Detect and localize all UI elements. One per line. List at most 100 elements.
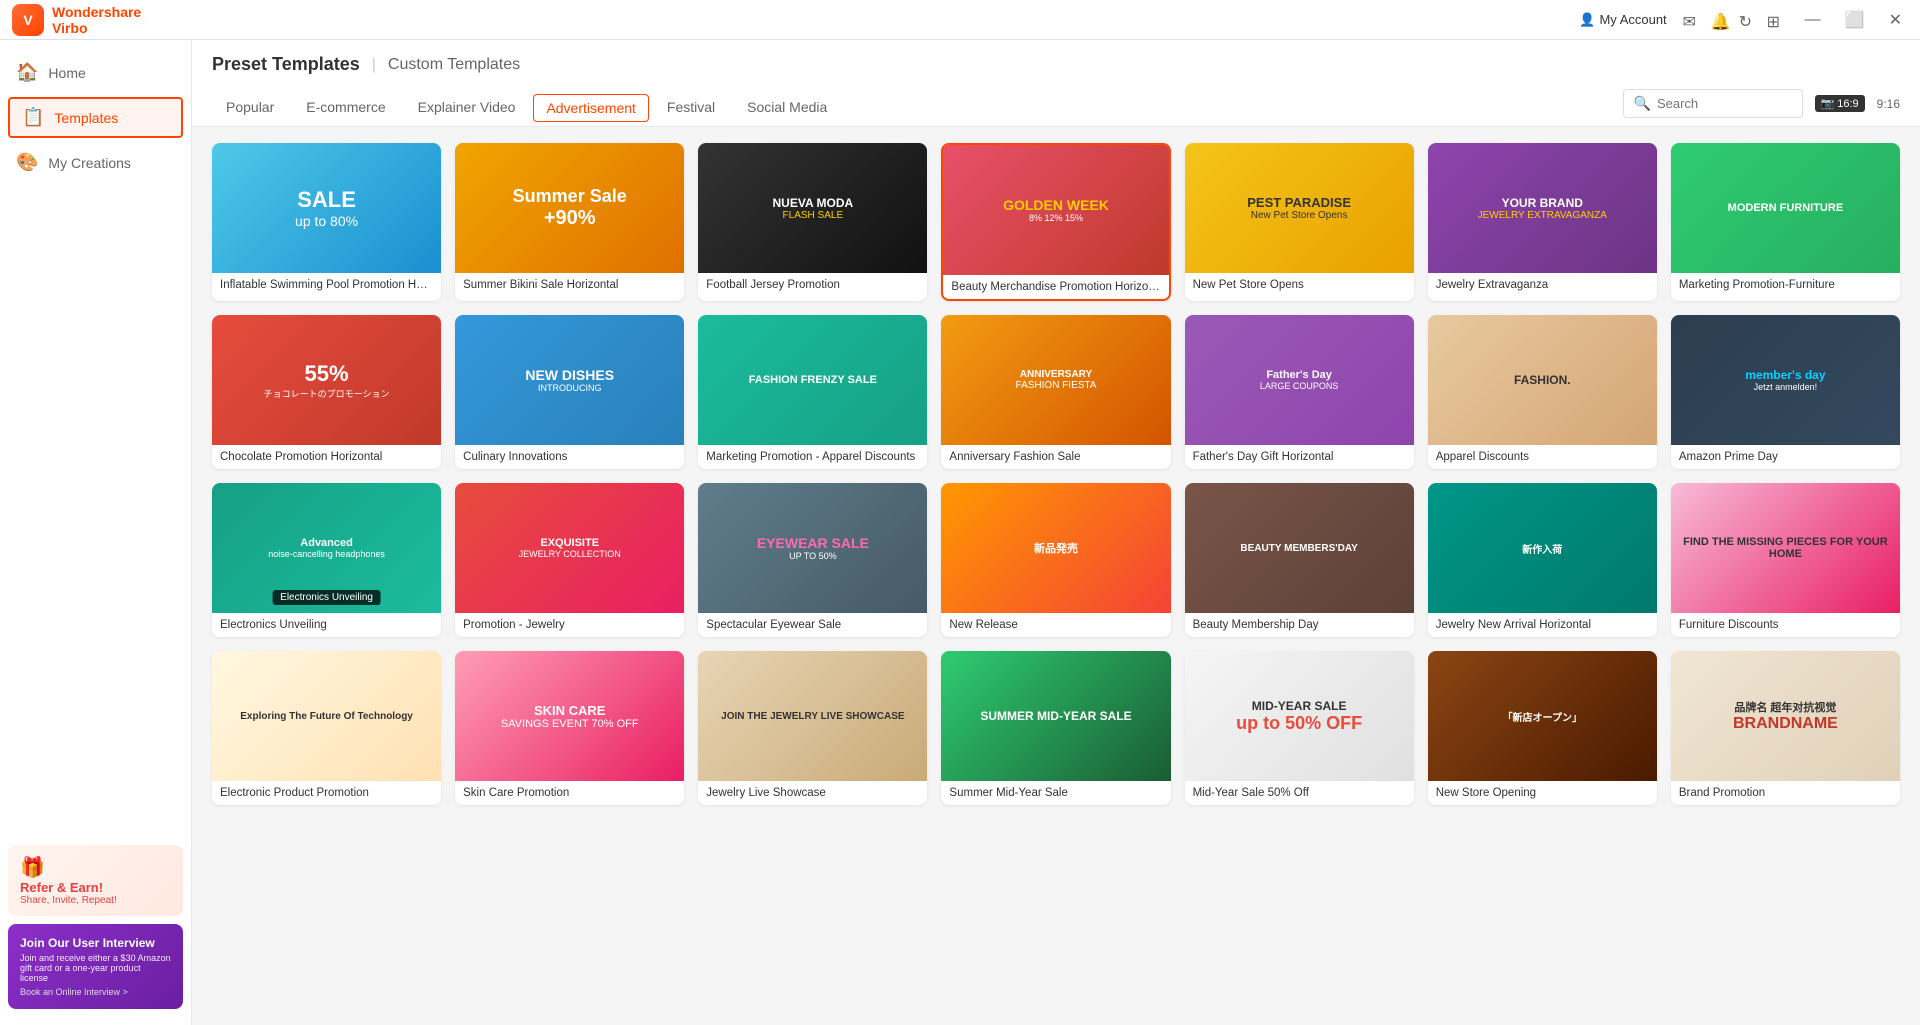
minimize-button[interactable]: —	[1799, 11, 1827, 29]
tab-explainer[interactable]: Explainer Video	[404, 91, 530, 125]
template-card-3[interactable]: NUEVA MODA FLASH SALE Football Jersey Pr…	[698, 143, 927, 301]
template-card-15[interactable]: Advanced noise-cancelling headphones Ele…	[212, 483, 441, 637]
custom-templates-link[interactable]: Custom Templates	[388, 56, 520, 74]
search-input[interactable]	[1657, 96, 1787, 111]
template-grid: SALE up to 80% Inflatable Swimming Pool …	[212, 143, 1900, 805]
user-interview-banner[interactable]: Join Our User Interview Join and receive…	[8, 924, 183, 1009]
creations-icon: 🎨	[16, 152, 38, 173]
grid-icon[interactable]: ⊞	[1767, 12, 1783, 28]
card-thumb-13: FASHION.	[1428, 315, 1657, 445]
sidebar-banners: 🎁 Refer & Earn! Share, Invite, Repeat! J…	[0, 833, 191, 1013]
tab-popular[interactable]: Popular	[212, 91, 288, 125]
card-thumb-10: FASHION FRENZY SALE	[698, 315, 927, 445]
template-card-20[interactable]: 新作入荷 Jewelry New Arrival Horizontal	[1428, 483, 1657, 637]
ratio-badge[interactable]: 📷 16:9	[1815, 95, 1865, 112]
card-label-13: Apparel Discounts	[1428, 445, 1657, 469]
template-card-5[interactable]: PEST PARADISE New Pet Store Opens New Pe…	[1185, 143, 1414, 301]
tab-advertisement[interactable]: Advertisement	[533, 94, 648, 122]
sidebar: 🏠 Home 📋 Templates 🎨 My Creations 🎁 Refe…	[0, 40, 192, 1025]
card-thumb-23: SKIN CARE SAVINGS EVENT 70% OFF	[455, 651, 684, 781]
template-card-12[interactable]: Father's Day LARGE COUPONS Father's Day …	[1185, 315, 1414, 469]
template-card-13[interactable]: FASHION. Apparel Discounts	[1428, 315, 1657, 469]
card-label-4: Beauty Merchandise Promotion Horizontal	[943, 275, 1168, 299]
sidebar-item-home[interactable]: 🏠 Home	[0, 52, 191, 93]
card-thumb-22: Exploring The Future Of Technology	[212, 651, 441, 781]
template-card-26[interactable]: MID-YEAR SALE up to 50% OFF Mid-Year Sal…	[1185, 651, 1414, 805]
maximize-button[interactable]: ⬜	[1839, 10, 1871, 30]
card-thumb-8: 55% チョコレートのプロモーション	[212, 315, 441, 445]
template-card-27[interactable]: 「新店オープン」 New Store Opening	[1428, 651, 1657, 805]
template-card-28[interactable]: 品牌名 超年对抗视觉 BRANDNAME Brand Promotion	[1671, 651, 1900, 805]
card-label-8: Chocolate Promotion Horizontal	[212, 445, 441, 469]
content-area: Preset Templates | Custom Templates Popu…	[192, 40, 1920, 1025]
template-card-1[interactable]: SALE up to 80% Inflatable Swimming Pool …	[212, 143, 441, 301]
refresh-icon[interactable]: ↻	[1739, 12, 1755, 28]
tab-social-media[interactable]: Social Media	[733, 91, 841, 125]
card-thumb-28: 品牌名 超年对抗视觉 BRANDNAME	[1671, 651, 1900, 781]
card-thumb-7: MODERN FURNITURE	[1671, 143, 1900, 273]
titlebar-right: 👤 My Account ✉ 🔔 ↻ ⊞ — ⬜ ✕	[1579, 10, 1908, 30]
template-card-16[interactable]: EXQUISITE JEWELRY COLLECTION Promotion -…	[455, 483, 684, 637]
card-label-5: New Pet Store Opens	[1185, 273, 1414, 297]
card-thumb-21: FIND THE MISSING PIECES FOR YOUR HOME	[1671, 483, 1900, 613]
templates-icon: 📋	[22, 107, 44, 128]
template-card-25[interactable]: SUMMER MID-YEAR SALE Summer Mid-Year Sal…	[941, 651, 1170, 805]
card-thumb-12: Father's Day LARGE COUPONS	[1185, 315, 1414, 445]
template-card-19[interactable]: BEAUTY MEMBERS'DAY Beauty Membership Day	[1185, 483, 1414, 637]
tab-ecommerce[interactable]: E-commerce	[292, 91, 399, 125]
titlebar-icons: ✉ 🔔 ↻ ⊞	[1683, 12, 1783, 28]
card-label-17: Spectacular Eyewear Sale	[698, 613, 927, 637]
card-thumb-24: JOIN THE JEWELRY LIVE SHOWCASE	[698, 651, 927, 781]
card-label-20: Jewelry New Arrival Horizontal	[1428, 613, 1657, 637]
card-label-23: Skin Care Promotion	[455, 781, 684, 805]
book-interview-link[interactable]: Book an Online Interview >	[20, 987, 171, 997]
search-icon: 🔍	[1634, 95, 1651, 112]
window-controls: — ⬜ ✕	[1799, 10, 1908, 30]
home-icon: 🏠	[16, 62, 38, 83]
card-label-19: Beauty Membership Day	[1185, 613, 1414, 637]
sidebar-item-my-creations[interactable]: 🎨 My Creations	[0, 142, 191, 183]
breadcrumb: Preset Templates | Custom Templates	[212, 54, 1900, 75]
card-label-9: Culinary Innovations	[455, 445, 684, 469]
card-label-16: Promotion - Jewelry	[455, 613, 684, 637]
main-layout: 🏠 Home 📋 Templates 🎨 My Creations 🎁 Refe…	[0, 40, 1920, 1025]
sidebar-item-templates[interactable]: 📋 Templates	[8, 97, 183, 138]
card-label-18: New Release	[941, 613, 1170, 637]
card-label-1: Inflatable Swimming Pool Promotion Hori.…	[212, 273, 441, 297]
card-thumb-14: member's day Jetzt anmelden!	[1671, 315, 1900, 445]
template-card-9[interactable]: NEW DISHES INTRODUCING Culinary Innovati…	[455, 315, 684, 469]
template-card-22[interactable]: Exploring The Future Of Technology Elect…	[212, 651, 441, 805]
close-button[interactable]: ✕	[1883, 10, 1908, 30]
card-thumb-17: EYEWEAR SALE UP TO 50%	[698, 483, 927, 613]
message-icon[interactable]: ✉	[1683, 12, 1699, 28]
titlebar-left: V Wondershare Virbo	[12, 4, 141, 36]
search-box[interactable]: 🔍	[1623, 89, 1803, 118]
template-card-21[interactable]: FIND THE MISSING PIECES FOR YOUR HOME Fu…	[1671, 483, 1900, 637]
bookmark-icon[interactable]: 🔔	[1711, 12, 1727, 28]
template-card-23[interactable]: SKIN CARE SAVINGS EVENT 70% OFF Skin Car…	[455, 651, 684, 805]
card-thumb-11: ANNIVERSARY FASHION FIESTA	[941, 315, 1170, 445]
template-card-10[interactable]: FASHION FRENZY SALE Marketing Promotion …	[698, 315, 927, 469]
template-card-8[interactable]: 55% チョコレートのプロモーション Chocolate Promotion H…	[212, 315, 441, 469]
refer-earn-banner[interactable]: 🎁 Refer & Earn! Share, Invite, Repeat!	[8, 845, 183, 916]
card-thumb-25: SUMMER MID-YEAR SALE	[941, 651, 1170, 781]
card-label-7: Marketing Promotion-Furniture	[1671, 273, 1900, 297]
template-card-6[interactable]: YOUR BRAND JEWELRY EXTRAVAGANZA Jewelry …	[1428, 143, 1657, 301]
card-label-10: Marketing Promotion - Apparel Discounts	[698, 445, 927, 469]
template-card-4[interactable]: GOLDEN WEEK 8% 12% 15% Beauty Merchandis…	[941, 143, 1170, 301]
my-account-button[interactable]: 👤 My Account	[1579, 12, 1666, 28]
template-card-7[interactable]: MODERN FURNITURE Marketing Promotion-Fur…	[1671, 143, 1900, 301]
card-label-6: Jewelry Extravaganza	[1428, 273, 1657, 297]
card-label-21: Furniture Discounts	[1671, 613, 1900, 637]
template-card-24[interactable]: JOIN THE JEWELRY LIVE SHOWCASE Jewelry L…	[698, 651, 927, 805]
template-card-17[interactable]: EYEWEAR SALE UP TO 50% Spectacular Eyewe…	[698, 483, 927, 637]
template-card-2[interactable]: Summer Sale +90% Summer Bikini Sale Hori…	[455, 143, 684, 301]
template-card-18[interactable]: 新品発売 New Release	[941, 483, 1170, 637]
template-card-11[interactable]: ANNIVERSARY FASHION FIESTA Anniversary F…	[941, 315, 1170, 469]
tab-festival[interactable]: Festival	[653, 91, 729, 125]
card-thumb-18: 新品発売	[941, 483, 1170, 613]
card-label-24: Jewelry Live Showcase	[698, 781, 927, 805]
template-card-14[interactable]: member's day Jetzt anmelden! Amazon Prim…	[1671, 315, 1900, 469]
tab-bar: Popular E-commerce Explainer Video Adver…	[212, 89, 1900, 126]
card-thumb-26: MID-YEAR SALE up to 50% OFF	[1185, 651, 1414, 781]
